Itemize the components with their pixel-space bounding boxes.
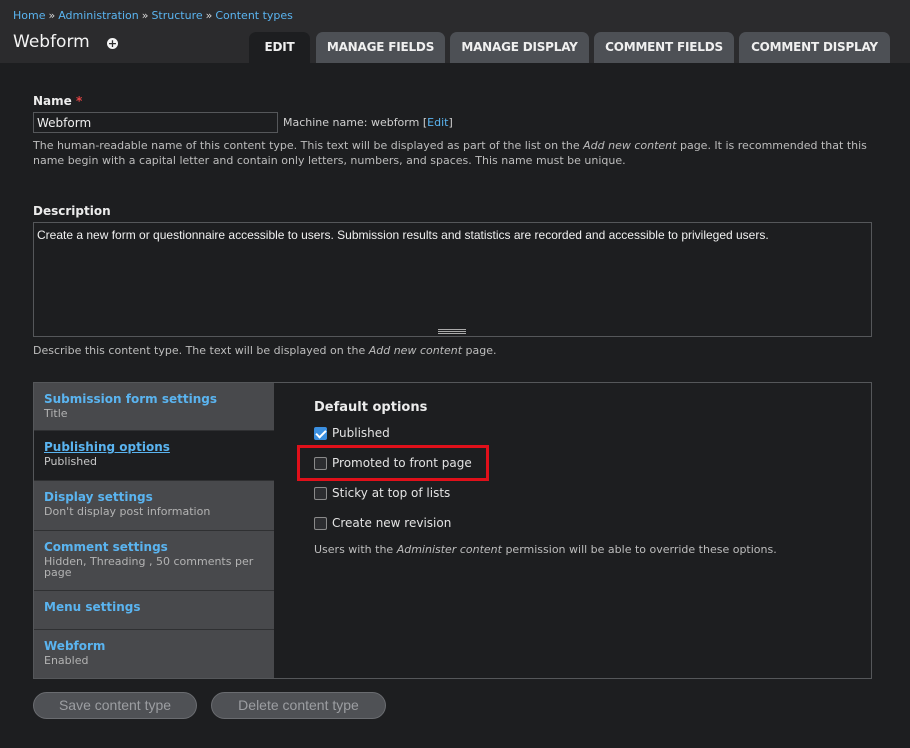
textarea-resize-grip[interactable] [33,327,872,337]
machine-name-edit-link[interactable]: Edit [427,116,448,129]
vertical-tab-summary: Published [44,455,97,468]
tab-comment-display[interactable]: COMMENT DISPLAY [739,32,890,63]
vertical-tab-title: Submission form settings [44,392,217,406]
publishing-help-prefix: Users with the [314,543,397,556]
tab-edit[interactable]: EDIT [249,32,310,63]
vertical-tab-title: Menu settings [44,600,141,614]
plus-circle-icon[interactable]: + [107,38,118,49]
breadcrumb-separator: » [48,9,56,22]
vertical-tab-publishing-options[interactable]: Publishing options Published [34,431,274,481]
breadcrumb-administration[interactable]: Administration [58,9,139,22]
name-label-text: Name [33,94,72,108]
delete-content-type-button[interactable]: Delete content type [211,692,386,719]
vertical-tab-comment-settings[interactable]: Comment settings Hidden, Threading , 50 … [34,531,274,591]
breadcrumb: Home» Administration» Structure» Content ty… [13,9,293,22]
description-help-prefix: Describe this content type. The text wil… [33,344,369,357]
published-label[interactable]: Published [332,426,390,440]
vertical-tab-title: Comment settings [44,540,168,554]
vertical-tab-summary: Don't display post information [44,505,211,518]
name-help-text: The human-readable name of this content … [33,138,873,168]
option-published: Published [314,425,390,441]
new-revision-label[interactable]: Create new revision [332,516,451,530]
description-help-emphasis: Add new content [368,344,463,357]
default-options-heading: Default options [314,400,428,415]
name-help-emphasis: Add new content [583,139,677,152]
machine-name: Machine name: webform [Edit] [283,116,453,129]
page-title: Webform [13,32,90,52]
vertical-tab-webform[interactable]: Webform Enabled [34,630,274,678]
vertical-tab-summary: Hidden, Threading , 50 comments per page [44,555,254,579]
required-marker: * [75,94,83,108]
vertical-tab-menu-settings[interactable]: Menu settings [34,591,274,630]
vertical-tab-title: Publishing options [44,440,170,454]
breadcrumb-home[interactable]: Home [13,9,45,22]
description-help-suffix: page. [462,344,497,357]
name-label: Name * [33,94,82,108]
vertical-tab-display-settings[interactable]: Display settings Don't display post info… [34,481,274,531]
vertical-tab-title: Webform [44,639,106,653]
vertical-tabs-menu: Submission form settings Title Publishin… [34,383,274,678]
published-checkbox[interactable] [314,426,327,440]
sticky-checkbox[interactable] [314,486,327,500]
breadcrumb-structure[interactable]: Structure [151,9,202,22]
highlight-box [297,445,489,481]
breadcrumb-content-types[interactable]: Content types [215,9,293,22]
publishing-help-emphasis: Administer content [396,543,502,556]
tab-comment-fields[interactable]: COMMENT FIELDS [594,32,734,63]
save-content-type-button[interactable]: Save content type [33,692,197,719]
option-new-revision: Create new revision [314,515,451,531]
breadcrumb-separator: » [205,9,213,22]
tab-manage-display[interactable]: MANAGE DISPLAY [450,32,589,63]
vertical-tab-submission-form-settings[interactable]: Submission form settings Title [34,383,274,431]
page-header: Home» Administration» Structure» Content ty… [0,0,910,63]
machine-name-text: Machine name: webform [283,116,420,129]
name-help-prefix: The human-readable name of this content … [33,139,584,152]
option-sticky: Sticky at top of lists [314,485,450,501]
vertical-tab-title: Display settings [44,490,153,504]
publishing-help-text: Users with the Administer content permis… [314,542,777,557]
breadcrumb-separator: » [141,9,149,22]
name-input[interactable] [33,112,278,133]
description-help-text: Describe this content type. The text wil… [33,343,497,358]
vertical-tab-summary: Enabled [44,654,89,667]
vertical-tabs: Submission form settings Title Publishin… [33,382,872,679]
new-revision-checkbox[interactable] [314,516,327,530]
publishing-help-suffix: permission will be able to override thes… [501,543,777,556]
tab-manage-fields[interactable]: MANAGE FIELDS [316,32,445,63]
sticky-label[interactable]: Sticky at top of lists [332,486,450,500]
description-label: Description [33,204,111,218]
description-textarea[interactable]: Create a new form or questionnaire acces… [33,222,872,328]
vertical-tab-summary: Title [44,407,68,420]
